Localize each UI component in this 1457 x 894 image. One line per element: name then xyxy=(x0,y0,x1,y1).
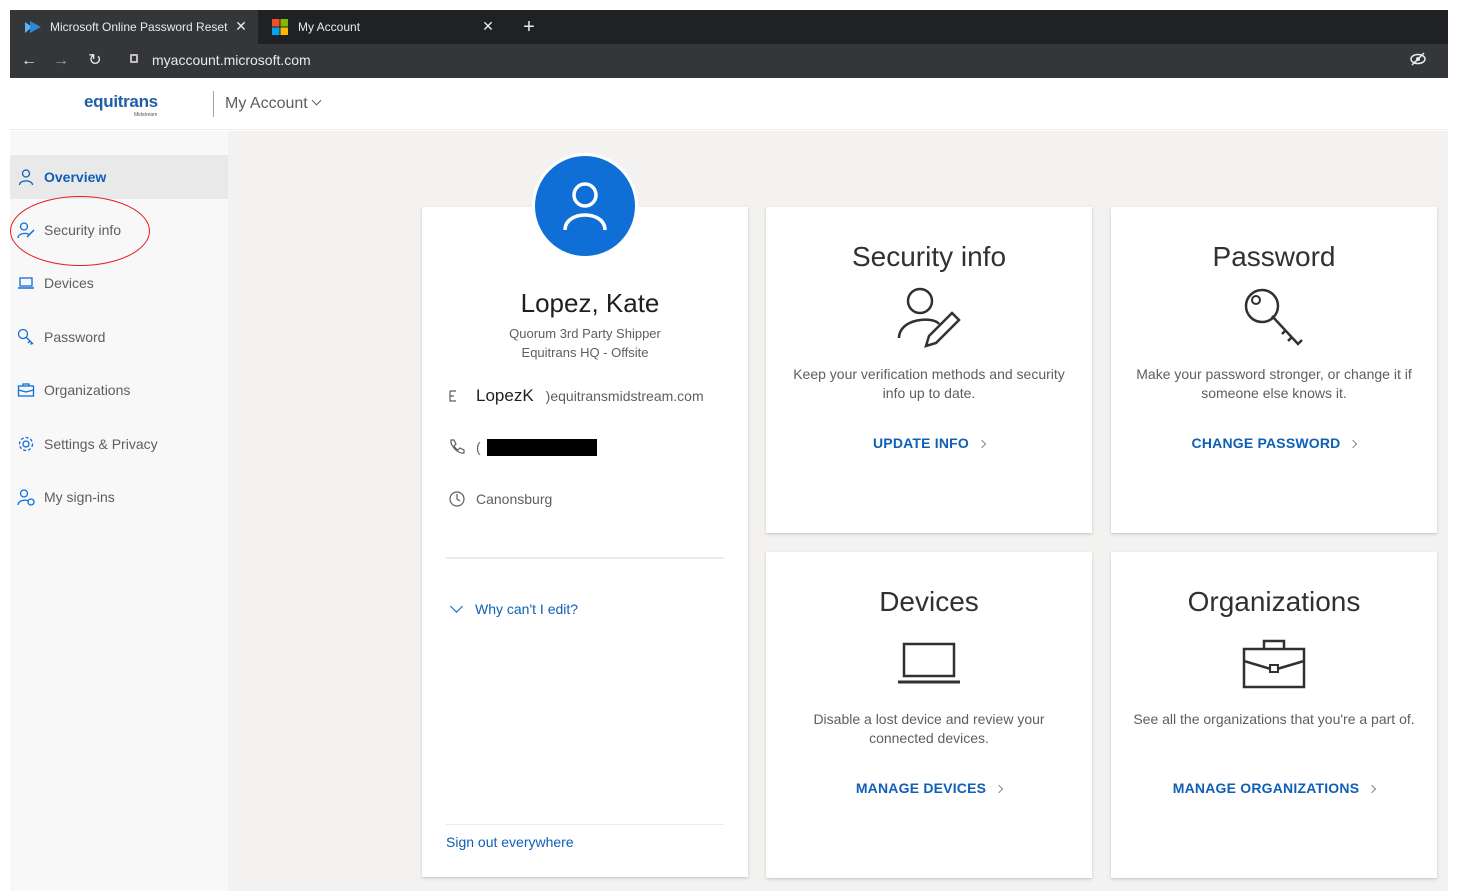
briefcase-icon xyxy=(16,381,36,399)
company-logo[interactable]: equitrans Midstream xyxy=(64,91,200,119)
email-domain: )equitransmidstream.com xyxy=(545,388,704,404)
app-title: My Account xyxy=(225,95,308,112)
sidebar-item-label: Organizations xyxy=(44,382,131,398)
phone-icon xyxy=(448,438,470,456)
forward-icon[interactable]: → xyxy=(50,50,72,72)
link-label: MANAGE ORGANIZATIONS xyxy=(1172,780,1360,796)
person-sync-icon xyxy=(16,488,36,506)
url-field[interactable]: myaccount.microsoft.com xyxy=(152,52,311,68)
chevron-right-icon xyxy=(977,439,987,449)
password-card: Password Make your password stronger, or… xyxy=(1111,207,1437,533)
logo-subtext: Midstream xyxy=(134,112,158,118)
key-icon xyxy=(16,328,36,346)
profile-office: Equitrans HQ - Offsite xyxy=(521,345,649,360)
sidebar-item-security-info[interactable]: Security info xyxy=(10,208,228,252)
person-icon xyxy=(563,182,607,231)
microsoft-logo-icon xyxy=(272,19,290,35)
card-description: Make your password stronger, or change i… xyxy=(1136,366,1412,401)
tab-title: Microsoft Online Password Reset xyxy=(50,20,228,34)
chevron-down-icon xyxy=(450,599,463,613)
avatar[interactable] xyxy=(532,153,638,259)
email-user: LopezK xyxy=(476,386,534,405)
key-icon xyxy=(1239,283,1309,353)
gear-icon xyxy=(16,435,36,453)
lock-icon xyxy=(130,54,138,63)
header-divider xyxy=(213,91,214,117)
sidebar-item-label: Overview xyxy=(44,169,107,185)
profile-location-row: Canonsburg xyxy=(448,490,552,508)
person-icon xyxy=(16,168,36,186)
close-tab-icon[interactable]: ✕ xyxy=(479,17,497,35)
phone-prefix: ( xyxy=(476,439,481,455)
back-icon[interactable]: ← xyxy=(18,50,40,72)
person-pencil-icon xyxy=(894,283,964,353)
profile-phone-row: ( xyxy=(448,438,597,456)
briefcase-icon xyxy=(1239,628,1309,698)
chevron-right-icon xyxy=(1349,439,1358,449)
sidebar: Overview Security info Devices Password … xyxy=(10,131,228,891)
sidebar-item-settings-privacy[interactable]: Settings & Privacy xyxy=(10,422,228,466)
sidebar-item-password[interactable]: Password xyxy=(10,315,228,359)
link-label: UPDATE INFO xyxy=(872,435,970,451)
browser-tab-password-reset[interactable]: Microsoft Online Password Reset ✕ xyxy=(10,10,258,44)
chevron-down-icon xyxy=(311,95,322,106)
card-title: Devices xyxy=(879,586,979,617)
sidebar-item-label: My sign-ins xyxy=(44,489,115,505)
change-password-link[interactable]: CHANGE PASSWORD xyxy=(1111,435,1437,451)
password-reset-icon xyxy=(24,19,42,35)
profile-name: Lopez, Kate xyxy=(520,288,660,318)
security-info-card: Security info Keep your verification met… xyxy=(766,207,1092,533)
sidebar-item-overview[interactable]: Overview xyxy=(10,155,228,199)
card-description: See all the organizations that you're a … xyxy=(1133,711,1415,727)
tracking-blocked-icon[interactable] xyxy=(1410,52,1426,69)
browser-tab-bar: Microsoft Online Password Reset ✕ My Acc… xyxy=(10,10,1448,44)
card-title: Security info xyxy=(851,241,1007,272)
card-title: Organizations xyxy=(1187,586,1361,617)
chevron-right-icon xyxy=(1368,784,1377,794)
sidebar-item-label: Password xyxy=(44,329,106,345)
close-tab-icon[interactable]: ✕ xyxy=(232,17,250,35)
app-header: equitrans Midstream My Account xyxy=(10,78,1448,130)
sidebar-item-my-sign-ins[interactable]: My sign-ins xyxy=(10,475,228,519)
organizations-card: Organizations See all the organizations … xyxy=(1111,552,1437,878)
divider xyxy=(446,557,724,559)
profile-title: Quorum 3rd Party Shipper xyxy=(509,326,661,341)
sidebar-item-organizations[interactable]: Organizations xyxy=(10,368,228,412)
my-account-menu[interactable]: My Account xyxy=(225,95,322,113)
new-tab-button[interactable]: + xyxy=(516,14,542,40)
divider xyxy=(446,824,724,825)
sidebar-item-label: Settings & Privacy xyxy=(44,436,158,452)
chevron-right-icon xyxy=(994,784,1004,794)
laptop-icon xyxy=(16,274,36,292)
profile-email-row: LopezK )equitransmidstream.com xyxy=(448,386,704,406)
location-text: Canonsburg xyxy=(476,491,553,507)
mail-icon xyxy=(448,390,470,402)
redacted-phone-number xyxy=(486,438,597,456)
logo-text: equitrans xyxy=(84,92,158,111)
link-label: CHANGE PASSWORD xyxy=(1191,435,1341,451)
card-description: Disable a lost device and review your co… xyxy=(813,711,1045,746)
manage-devices-link[interactable]: MANAGE DEVICES xyxy=(766,780,1092,796)
sign-out-everywhere-link[interactable]: Sign out everywhere xyxy=(446,834,574,850)
browser-address-bar: ← → ↻ myaccount.microsoft.com xyxy=(10,44,1448,78)
person-key-icon xyxy=(16,221,36,239)
sidebar-item-label: Devices xyxy=(44,275,94,291)
card-title: Password xyxy=(1212,241,1336,272)
browser-tab-my-account[interactable]: My Account ✕ xyxy=(260,10,505,44)
manage-organizations-link[interactable]: MANAGE ORGANIZATIONS xyxy=(1111,780,1437,796)
card-description: Keep your verification methods and secur… xyxy=(793,366,1065,401)
sidebar-item-devices[interactable]: Devices xyxy=(10,261,228,305)
why-cant-edit-toggle[interactable]: Why can't I edit? xyxy=(450,599,579,617)
link-label: MANAGE DEVICES xyxy=(855,780,987,796)
update-info-link[interactable]: UPDATE INFO xyxy=(766,435,1092,451)
sidebar-item-label: Security info xyxy=(44,222,122,238)
laptop-icon xyxy=(894,628,964,698)
devices-card: Devices Disable a lost device and review… xyxy=(766,552,1092,878)
why-cant-edit-label: Why can't I edit? xyxy=(475,601,579,617)
location-icon xyxy=(448,490,470,508)
reload-icon[interactable]: ↻ xyxy=(84,50,106,72)
tab-title: My Account xyxy=(298,20,361,34)
